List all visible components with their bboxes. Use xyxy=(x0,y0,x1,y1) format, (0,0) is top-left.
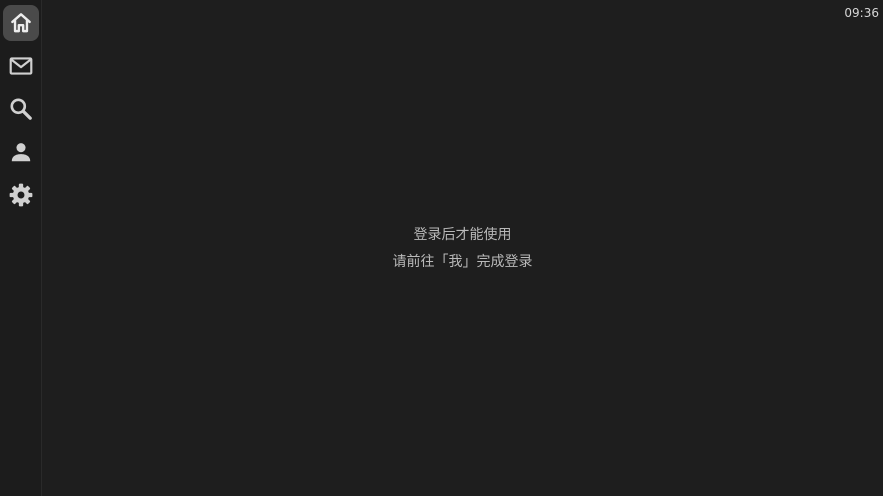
search-icon xyxy=(10,98,32,120)
app-window: 09:36 登录后才能使用 请前往「我」完成登录 xyxy=(0,0,883,496)
status-clock: 09:36 xyxy=(844,6,879,20)
sidebar-item-home[interactable] xyxy=(3,5,39,41)
home-icon xyxy=(11,13,31,33)
gear-icon xyxy=(9,183,33,207)
person-icon xyxy=(11,143,31,162)
sidebar-item-profile[interactable] xyxy=(3,134,39,170)
login-prompt: 登录后才能使用 请前往「我」完成登录 xyxy=(42,222,883,276)
sidebar-item-settings[interactable] xyxy=(3,177,39,213)
mail-icon xyxy=(9,57,33,75)
sidebar-item-search[interactable] xyxy=(3,91,39,127)
sidebar-item-mail[interactable] xyxy=(3,48,39,84)
sidebar xyxy=(0,0,42,496)
login-hint-text: 请前往「我」完成登录 xyxy=(392,254,533,270)
login-required-text: 登录后才能使用 xyxy=(413,227,512,243)
